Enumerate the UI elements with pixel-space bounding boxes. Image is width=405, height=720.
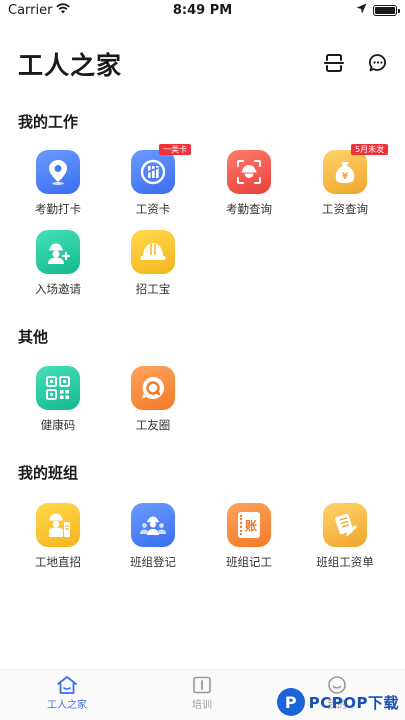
ledger-icon-text: 账 <box>244 518 257 533</box>
team-item-team-register[interactable]: 班组登记 <box>113 503 193 570</box>
team-item-team-timesheet[interactable]: 账 班组记工 <box>209 503 289 570</box>
location-arrow-icon <box>356 3 367 18</box>
section-title-work: 我的工作 <box>18 113 79 131</box>
team-icon <box>131 503 175 547</box>
work-item-salary-card[interactable]: 一类卡 工资卡 <box>113 144 193 217</box>
item-label: 考勤查询 <box>226 202 272 216</box>
app-header: 工人之家 <box>18 46 391 86</box>
item-label: 健康码 <box>40 418 76 432</box>
watermark-text: PCPOP下载 <box>308 693 399 712</box>
work-item-attendance-query[interactable]: 考勤查询 <box>209 150 289 217</box>
tab-home[interactable]: 工人之家 <box>27 674 107 711</box>
payslip-icon <box>323 503 367 547</box>
book-icon <box>162 674 242 696</box>
other-item-health-code[interactable]: 健康码 <box>18 366 98 433</box>
item-label: 班组记工 <box>226 555 272 569</box>
watermark-logo: P <box>276 688 305 716</box>
item-label: 工资查询 <box>322 202 368 216</box>
chat-bubble-icon <box>131 366 175 410</box>
work-item-recruit[interactable]: 招工宝 <box>113 230 193 297</box>
money-bag-icon: ¥ 5月未发 <box>323 144 389 194</box>
work-item-attendance-clock[interactable]: 考勤打卡 <box>18 150 98 217</box>
tab-training[interactable]: 培训 <box>162 674 242 711</box>
item-label: 班组登记 <box>130 555 176 569</box>
watermark: P PCPOP下载 <box>276 688 399 716</box>
item-label: 工资卡 <box>135 202 171 216</box>
other-item-workmates-circle[interactable]: 工友圈 <box>113 366 193 433</box>
team-item-site-recruit[interactable]: 工地直招 <box>18 503 98 570</box>
item-label: 考勤打卡 <box>35 202 81 216</box>
scan-button[interactable] <box>321 52 347 78</box>
face-scan-icon <box>227 150 271 194</box>
message-button[interactable] <box>365 52 391 78</box>
item-label: 入场邀请 <box>35 282 81 296</box>
battery-icon <box>373 5 400 16</box>
message-icon <box>368 53 388 77</box>
hardhat-icon <box>131 230 175 274</box>
item-label: 工地直招 <box>35 555 81 569</box>
section-title-other: 其他 <box>18 328 49 346</box>
status-right <box>356 3 400 18</box>
page-title: 工人之家 <box>18 51 123 80</box>
worker-icon <box>36 503 80 547</box>
invite-user-icon <box>36 230 80 274</box>
item-label: 招工宝 <box>135 282 171 296</box>
salary-card-badge: 一类卡 <box>159 144 191 155</box>
qr-code-icon <box>36 366 80 410</box>
status-time: 8:49 PM <box>172 3 233 18</box>
scan-icon <box>324 54 344 76</box>
item-label: 工友圈 <box>135 418 171 432</box>
bank-card-icon: 一类卡 <box>131 144 191 194</box>
item-label: 班组工资单 <box>316 555 374 569</box>
section-title-team: 我的班组 <box>18 464 79 482</box>
ledger-icon: 账 <box>227 503 271 547</box>
tab-label: 培训 <box>192 700 212 711</box>
work-item-entry-invite[interactable]: 入场邀请 <box>18 230 98 297</box>
home-icon <box>27 674 107 696</box>
salary-query-badge: 5月未发 <box>351 144 389 155</box>
status-bar: Carrier 8:49 PM <box>0 0 405 22</box>
work-item-salary-query[interactable]: ¥ 5月未发 工资查询 <box>305 144 389 217</box>
svg-text:¥: ¥ <box>342 172 349 182</box>
location-pin-icon <box>36 150 80 194</box>
tab-label: 工人之家 <box>47 700 87 711</box>
team-item-team-payslip[interactable]: 班组工资单 <box>305 503 385 570</box>
